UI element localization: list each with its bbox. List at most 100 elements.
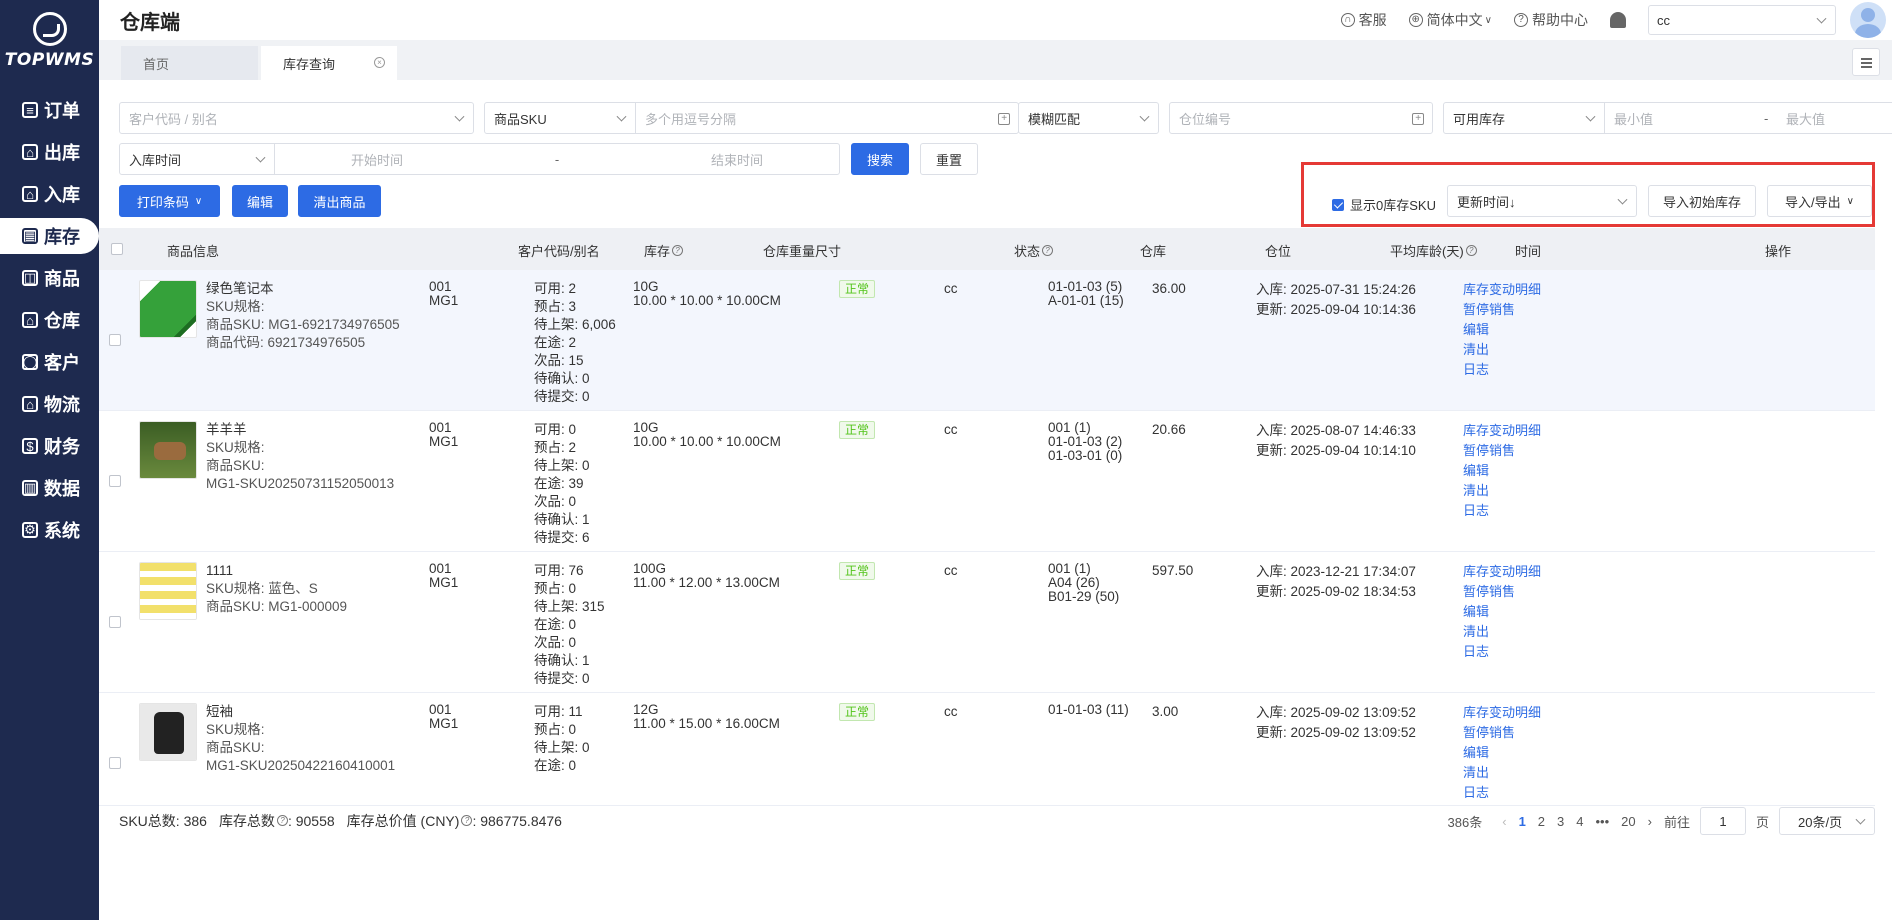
stock-change-detail-link[interactable]: 库存变动明细 [1463, 562, 1541, 582]
service-link[interactable]: ∩ 客服 [1340, 10, 1387, 30]
sidebar-item-0[interactable]: ≡ 订单 [0, 92, 99, 128]
location-input[interactable]: 仓位编号 + [1169, 102, 1433, 134]
next-page-icon[interactable]: › [1648, 814, 1652, 829]
customer-code-line: 001 [429, 561, 452, 576]
customer-select[interactable]: 客户代码 / 别名 [119, 102, 474, 134]
location-line: 01-01-03 (2) [1048, 434, 1123, 449]
pause-sale-link[interactable]: 暂停销售 [1463, 300, 1541, 320]
question-icon[interactable]: ? [672, 245, 684, 256]
edit-link[interactable]: 编辑 [1463, 320, 1541, 340]
main-content: 客户代码 / 别名 商品SKU 多个用逗号分隔 + 模糊匹配 仓位编号 + 可用… [99, 80, 1892, 920]
avatar[interactable] [1850, 2, 1886, 38]
warehouse-cell: cc [944, 281, 958, 296]
stock-line: 在途: 2 [534, 335, 577, 350]
time-type-select[interactable]: 入库时间 [119, 143, 275, 175]
pause-sale-link[interactable]: 暂停销售 [1463, 441, 1541, 461]
edit-link[interactable]: 编辑 [1463, 602, 1541, 622]
sidebar-item-9[interactable]: ▥ 数据 [0, 470, 99, 506]
pause-sale-link[interactable]: 暂停销售 [1463, 582, 1541, 602]
date-range-input[interactable]: 开始时间 - 结束时间 [274, 143, 840, 175]
product-name: 绿色笔记本 [206, 281, 274, 296]
row-checkbox[interactable] [109, 757, 121, 769]
page-4[interactable]: 4 [1576, 814, 1583, 829]
page-size-select[interactable]: 20条/页 [1779, 807, 1875, 835]
tabs-menu-button[interactable] [1852, 48, 1880, 76]
sidebar-item-7[interactable]: ⌂ 物流 [0, 386, 99, 422]
sidebar-item-8[interactable]: $ 财务 [0, 428, 99, 464]
sidebar-item-6[interactable]: ◯ 客户 [0, 344, 99, 380]
page-title: 仓库端 [120, 11, 180, 34]
table-row: 羊羊羊 SKU规格: 商品SKU: MG1-SKU20250731152050013 0… [99, 411, 1875, 552]
row-checkbox[interactable] [109, 616, 121, 628]
sidebar-item-4[interactable]: ◫ 商品 [0, 260, 99, 296]
expand-icon[interactable]: + [1412, 113, 1424, 125]
search-button[interactable]: 搜索 [851, 143, 909, 175]
stock-change-detail-link[interactable]: 库存变动明细 [1463, 280, 1541, 300]
end-time-placeholder[interactable]: 结束时间 [711, 150, 763, 169]
page-20[interactable]: 20 [1621, 814, 1635, 829]
log-link[interactable]: 日志 [1463, 501, 1541, 521]
stock-line: 预占: 2 [534, 440, 577, 455]
log-link[interactable]: 日志 [1463, 360, 1541, 380]
stock-line: 待提交: 0 [534, 389, 590, 404]
question-icon[interactable]: ? [1465, 245, 1477, 256]
clear-link[interactable]: 清出 [1463, 622, 1541, 642]
weight-size-line: 10G [633, 279, 659, 294]
edit-link[interactable]: 编辑 [1463, 461, 1541, 481]
page-1[interactable]: 1 [1519, 814, 1526, 829]
clear-products-button[interactable]: 清出商品 [298, 185, 381, 217]
home-icon: ⌂ [22, 186, 38, 202]
help-center-link[interactable]: ? 帮助中心 [1514, 10, 1588, 30]
start-time-placeholder[interactable]: 开始时间 [351, 150, 403, 169]
clear-link[interactable]: 清出 [1463, 340, 1541, 360]
page-2[interactable]: 2 [1538, 814, 1545, 829]
select-all-checkbox[interactable] [111, 243, 123, 255]
question-icon[interactable]: ? [276, 815, 288, 826]
prev-page-icon[interactable]: ‹ [1502, 814, 1506, 829]
question-icon[interactable]: ? [1042, 245, 1054, 256]
row-checkbox[interactable] [109, 475, 121, 487]
clear-link[interactable]: 清出 [1463, 481, 1541, 501]
match-mode-select[interactable]: 模糊匹配 [1018, 102, 1159, 134]
weight-size-line: 12G [633, 702, 659, 717]
goto-label: 前往 [1663, 814, 1690, 830]
expand-icon[interactable]: + [998, 113, 1010, 125]
close-icon[interactable]: × [374, 57, 385, 68]
min-input-placeholder[interactable]: 最小值 [1614, 109, 1764, 128]
product-image-notebook [140, 281, 196, 337]
log-link[interactable]: 日志 [1463, 783, 1541, 803]
sidebar-item-1[interactable]: ⌂ 出库 [0, 134, 99, 170]
edit-link[interactable]: 编辑 [1463, 743, 1541, 763]
product-image [139, 280, 197, 338]
sidebar-item-10[interactable]: ⚙ 系统 [0, 512, 99, 548]
tab-inventory-query[interactable]: 库存查询 × [261, 46, 397, 80]
goto-page-input[interactable]: 1 [1699, 807, 1746, 835]
question-icon[interactable]: ? [461, 815, 473, 826]
page-ellipsis[interactable]: ••• [1596, 814, 1610, 829]
stock-line: 待上架: 0 [534, 458, 590, 473]
stock-type-select[interactable]: 可用库存 [1443, 102, 1605, 134]
clear-link[interactable]: 清出 [1463, 763, 1541, 783]
max-input-placeholder[interactable]: 最大值 [1786, 109, 1825, 128]
print-barcode-button[interactable]: 打印条码 ∨ [119, 185, 220, 217]
stock-change-detail-link[interactable]: 库存变动明细 [1463, 703, 1541, 723]
tab-home[interactable]: 首页 [121, 46, 258, 80]
sku-type-select[interactable]: 商品SKU [484, 102, 636, 134]
language-switch[interactable]: ⊕ 简体中文 ∨ [1408, 10, 1492, 30]
edit-button[interactable]: 编辑 [232, 185, 288, 217]
stock-range-input[interactable]: 最小值 - 最大值 [1604, 102, 1892, 134]
sku-type-value: 商品SKU [494, 111, 547, 127]
bell-icon[interactable] [1610, 12, 1626, 28]
stock-change-detail-link[interactable]: 库存变动明细 [1463, 421, 1541, 441]
sidebar-item-5[interactable]: ⌂ 仓库 [0, 302, 99, 338]
log-link[interactable]: 日志 [1463, 642, 1541, 662]
reset-button[interactable]: 重置 [920, 143, 978, 175]
th-warehouse: 仓库 [1140, 241, 1166, 260]
row-checkbox[interactable] [109, 334, 121, 346]
page-3[interactable]: 3 [1557, 814, 1564, 829]
warehouse-select[interactable]: cc [1648, 5, 1836, 35]
sidebar-item-2[interactable]: ⌂ 入库 [0, 176, 99, 212]
sku-input[interactable]: 多个用逗号分隔 + [635, 102, 1019, 134]
pause-sale-link[interactable]: 暂停销售 [1463, 723, 1541, 743]
sidebar-item-3[interactable]: ▤ 库存 [0, 218, 99, 254]
